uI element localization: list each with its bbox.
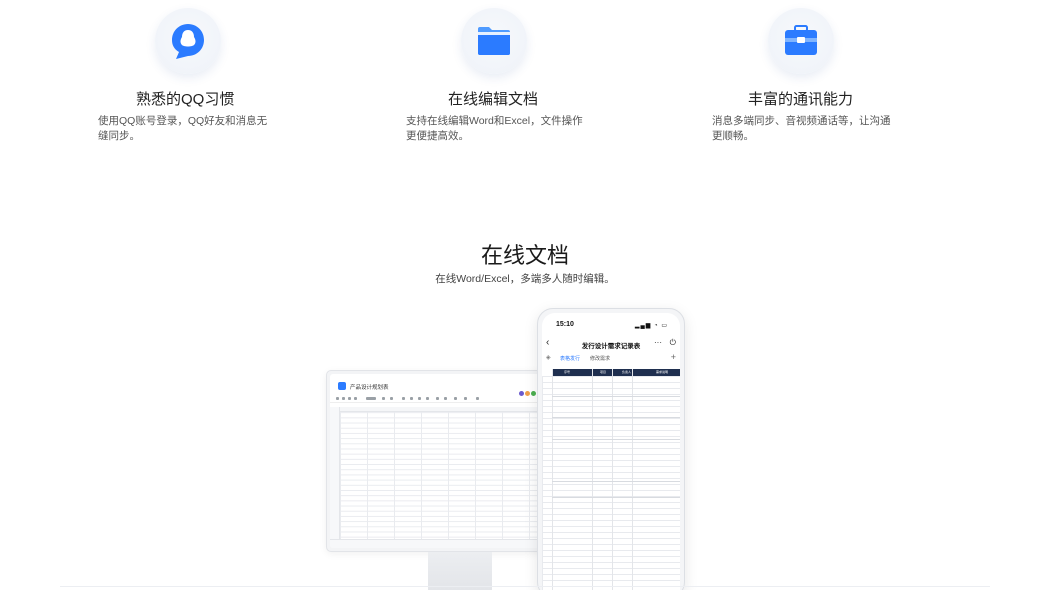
desktop-spreadsheet-screen: 产品设计规划表 [330, 374, 548, 548]
phone-sheet-tabs: ◈ 表格发行 修改需求 + [542, 352, 680, 365]
column-header: 负责人 [622, 370, 632, 374]
column-header: 项目 [600, 370, 607, 374]
docs-app-icon [338, 382, 346, 390]
phone-status-icons: ▂▄▆ ◔ ▭ [634, 323, 668, 329]
spreadsheet-row-header [330, 407, 340, 539]
tab-active: 表格发行 [560, 356, 581, 362]
feature-title: 熟悉的QQ习惯 [136, 91, 235, 108]
column-divider [612, 369, 613, 590]
column-divider [592, 369, 593, 590]
layers-icon: ◈ [546, 355, 551, 361]
phone-table-header: 序号 项目 负责人 需求说明 [552, 369, 680, 376]
power-icon: ⏻ [669, 338, 676, 347]
section-subtitle: 在线Word/Excel，多端多人随时编辑。 [435, 273, 615, 285]
column-divider [552, 369, 553, 590]
more-icon: ··· [654, 338, 662, 347]
row-divider [552, 417, 680, 418]
phone-screen: 15:10 ▂▄▆ ◔ ▭ ‹ 发行设计需求记录表 ··· ⏻ ◈ 表格发行 修… [542, 313, 680, 590]
qq-penguin-icon [155, 8, 221, 74]
footer-divider [60, 586, 990, 587]
spreadsheet-grid [330, 407, 548, 539]
feature-title: 在线编辑文档 [448, 91, 539, 108]
phone-mockup: 15:10 ▂▄▆ ◔ ▭ ‹ 发行设计需求记录表 ··· ⏻ ◈ 表格发行 修… [537, 308, 685, 590]
spreadsheet-column-header [330, 407, 548, 412]
monitor-stand [428, 552, 492, 590]
feature-desc: 使用QQ账号登录，QQ好友和消息无缝同步。 [98, 115, 268, 142]
phone-time: 15:10 [556, 321, 574, 328]
column-divider [632, 369, 633, 590]
folder-icon [461, 8, 527, 74]
feature-title: 丰富的通讯能力 [748, 91, 854, 108]
section-title: 在线文档 [480, 243, 569, 268]
column-header: 需求说明 [656, 370, 669, 374]
toolbox-icon [768, 8, 834, 74]
phone-table-rows [542, 376, 680, 590]
desktop-monitor-mockup: 产品设计规划表 [326, 370, 552, 552]
row-divider [552, 439, 680, 440]
sheet-tabs [330, 539, 548, 548]
feature-list: 熟悉的QQ习惯 使用QQ账号登录，QQ好友和消息无缝同步。 在线编辑文档 支持在… [0, 0, 1050, 160]
row-divider [552, 497, 680, 498]
feature-desc: 支持在线编辑Word和Excel，文件操作更便捷高效。 [406, 115, 583, 142]
feature-desc: 消息多端同步、音视频通话等，让沟通更顺畅。 [712, 115, 891, 142]
tab-other: 修改需求 [590, 356, 611, 362]
column-header: 序号 [564, 370, 571, 374]
add-sheet-icon: + [670, 352, 676, 362]
row-divider [552, 481, 680, 482]
desktop-doc-name: 产品设计规划表 [350, 385, 389, 391]
desktop-toolbar [330, 395, 548, 403]
row-divider [552, 396, 680, 397]
